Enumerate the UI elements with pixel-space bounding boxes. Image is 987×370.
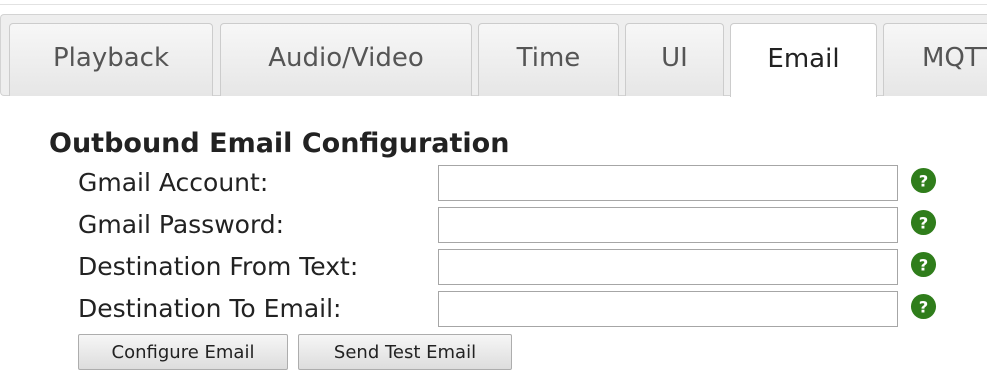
destination-to-email-input[interactable]	[438, 291, 898, 327]
gmail-account-input[interactable]	[438, 165, 898, 201]
tab-time[interactable]: Time	[478, 23, 619, 96]
tab-playback[interactable]: Playback	[9, 23, 213, 96]
section-title: Outbound Email Configuration	[49, 128, 510, 159]
gmail-password-label: Gmail Password:	[78, 210, 285, 239]
tab-email[interactable]: Email	[730, 23, 877, 97]
gmail-account-label: Gmail Account:	[78, 168, 269, 197]
destination-from-text-input[interactable]	[438, 249, 898, 285]
tab-ui[interactable]: UI	[625, 23, 724, 96]
svg-text:?: ?	[919, 171, 929, 190]
question-circle-icon[interactable]: ?	[910, 167, 937, 194]
top-divider	[0, 4, 987, 5]
question-circle-icon[interactable]: ?	[910, 209, 937, 236]
question-circle-icon[interactable]: ?	[910, 293, 937, 320]
destination-from-text-label: Destination From Text:	[78, 252, 359, 281]
svg-text:?: ?	[919, 297, 929, 316]
gmail-password-input[interactable]	[438, 207, 898, 243]
settings-tab-bar: Playback Audio/Video Time UI Email MQTT	[0, 14, 987, 97]
destination-to-email-label: Destination To Email:	[78, 294, 342, 323]
send-test-email-button[interactable]: Send Test Email	[298, 334, 512, 370]
configure-email-button[interactable]: Configure Email	[78, 334, 288, 370]
svg-text:?: ?	[919, 213, 929, 232]
svg-text:?: ?	[919, 255, 929, 274]
tab-audio-video[interactable]: Audio/Video	[220, 23, 472, 96]
email-settings-page: Playback Audio/Video Time UI Email MQTT …	[0, 0, 987, 370]
tab-mqtt[interactable]: MQTT	[883, 23, 987, 96]
question-circle-icon[interactable]: ?	[910, 251, 937, 278]
